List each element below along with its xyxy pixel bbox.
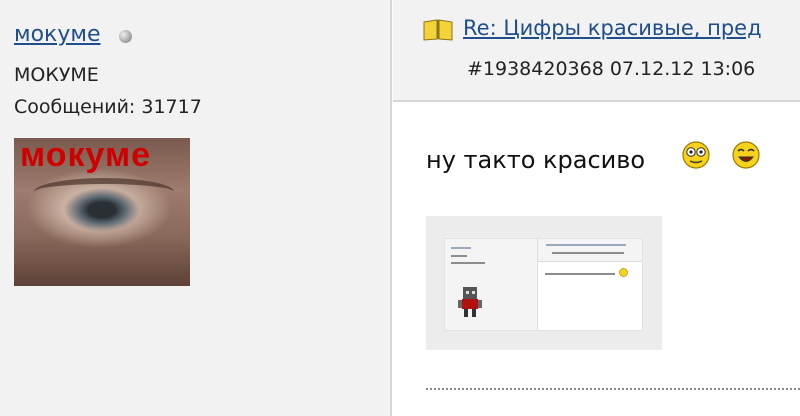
thumbnail-content — [444, 238, 643, 331]
user-info-panel: мокуме МОКУМЕ Сообщений: 31717 мокуме — [0, 0, 392, 416]
post-text: ну такто красиво — [426, 146, 646, 174]
avatar[interactable]: мокуме — [14, 138, 190, 286]
attached-screenshot-thumbnail[interactable] — [426, 216, 662, 350]
username-row: мокуме — [14, 22, 132, 47]
avatar-caption: мокуме — [20, 138, 152, 174]
user-title: МОКУМЕ — [14, 64, 99, 86]
laughing-smiley-icon — [732, 141, 760, 169]
username-link[interactable]: мокуме — [14, 22, 101, 47]
thumbnail-post-header — [538, 239, 642, 262]
thumbnail-user-panel — [445, 239, 538, 330]
post-header: Re: Цифры красивые, пред #1938420368 07.… — [393, 0, 800, 102]
dizzy-smiley-icon — [682, 141, 710, 169]
avatar-eye-lid — [34, 178, 174, 206]
post-body: ну такто красиво — [393, 102, 800, 416]
book-icon — [423, 19, 453, 41]
post-title-link[interactable]: Re: Цифры красивые, пред — [463, 16, 762, 40]
post-separator — [426, 388, 800, 390]
mini-smiley-icon — [619, 268, 628, 277]
user-post-count: Сообщений: 31717 — [14, 96, 202, 118]
robot-avatar-icon — [458, 287, 482, 317]
post-meta: #1938420368 07.12.12 13:06 — [467, 58, 756, 80]
offline-status-icon — [118, 29, 132, 43]
